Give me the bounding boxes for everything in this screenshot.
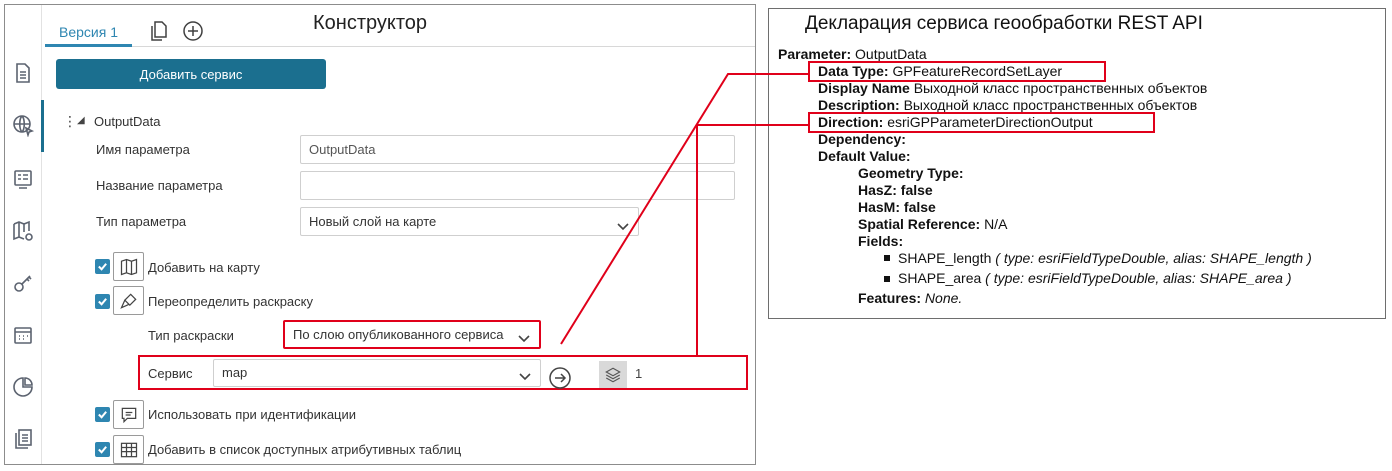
bullet-icon (884, 276, 890, 282)
pie-chart-icon[interactable] (7, 371, 39, 403)
table-icon (113, 435, 144, 464)
hasm-line: HasM: false (858, 199, 936, 215)
map-icon (113, 252, 144, 281)
left-rail (5, 5, 42, 464)
checkbox-use-identification[interactable] (95, 407, 110, 422)
bullet-icon (884, 255, 890, 261)
tab-version-1[interactable]: Версия 1 (45, 17, 132, 47)
brush-icon (113, 286, 144, 315)
features-line: Features: None. (858, 290, 963, 306)
add-version-icon[interactable] (181, 19, 205, 43)
direction-highlight-box (808, 112, 1155, 133)
collapse-triangle-icon[interactable]: ◢ (77, 115, 85, 126)
service-value: map (222, 365, 248, 380)
param-title-input[interactable] (300, 171, 735, 200)
constructor-window: Версия 1 Конструктор Добавить сервис ⋮ ◢… (4, 4, 756, 465)
app-title: Конструктор (313, 12, 428, 34)
document-icon[interactable] (7, 57, 39, 89)
calendar-icon[interactable] (7, 319, 39, 351)
checkbox-label: Переопределить раскраску (148, 294, 313, 309)
data-type-highlight-box (808, 61, 1106, 82)
coloring-type-select[interactable]: По слою опубликованного сервиса (283, 320, 541, 349)
param-type-value: Новый слой на карте (309, 214, 437, 229)
coloring-type-value: По слою опубликованного сервиса (293, 327, 504, 342)
add-service-button[interactable]: Добавить сервис (56, 59, 326, 89)
param-name-label: Имя параметра (96, 142, 190, 157)
param-type-select[interactable]: Новый слой на карте (300, 207, 639, 236)
key-icon[interactable] (7, 267, 39, 299)
fields-line: Fields: (858, 233, 904, 249)
hasz-line: HasZ: false (858, 182, 933, 198)
geometry-type-line: Geometry Type: (858, 165, 964, 181)
default-value-line: Default Value: (818, 148, 911, 164)
declaration-title: Декларация сервиса геообработки REST API (805, 13, 1203, 34)
display-name-line: Display Name Выходной класс пространстве… (818, 80, 1208, 96)
param-name-input[interactable]: OutputData (300, 135, 735, 164)
globe-cursor-icon[interactable] (7, 109, 39, 141)
node-menu-icon[interactable]: ⋮ (63, 113, 77, 130)
checkbox-label: Использовать при идентификации (148, 407, 357, 422)
rest-api-declaration: Декларация сервиса геообработки REST API… (768, 8, 1386, 319)
checkbox-add-to-map[interactable] (95, 259, 110, 274)
node-label: OutputData (94, 114, 161, 129)
arrow-right-circle-icon[interactable] (548, 366, 572, 390)
checkbox-add-attribute-table[interactable] (95, 442, 110, 457)
pages-icon[interactable] (7, 423, 39, 455)
copy-icon[interactable] (146, 19, 170, 43)
rail-active-indicator (41, 100, 44, 152)
dependency-line: Dependency: (818, 131, 906, 147)
checkbox-label: Добавить на карту (148, 260, 260, 275)
checkbox-label: Добавить в список доступных атрибутивных… (148, 442, 462, 457)
field-item: SHAPE_area ( type: esriFieldTypeDouble, … (898, 270, 1292, 286)
list-card-icon[interactable] (7, 163, 39, 195)
param-type-label: Тип параметра (96, 214, 187, 229)
spatial-reference-line: Spatial Reference: N/A (858, 216, 1008, 232)
param-title-label: Название параметра (96, 178, 223, 193)
checkbox-override-coloring[interactable] (95, 294, 110, 309)
layer-count: 1 (635, 366, 643, 381)
service-label: Сервис (148, 366, 193, 381)
chevron-down-icon (517, 328, 531, 343)
comparison-figure: Версия 1 Конструктор Добавить сервис ⋮ ◢… (0, 0, 1392, 471)
service-select[interactable]: map (213, 359, 541, 387)
parameter-line: Parameter: OutputData (778, 46, 927, 62)
identify-icon (113, 400, 144, 429)
coloring-type-label: Тип раскраски (148, 328, 234, 343)
layers-icon[interactable] (599, 361, 627, 388)
field-item: SHAPE_length ( type: esriFieldTypeDouble… (898, 250, 1312, 266)
chevron-down-icon (616, 215, 630, 231)
chevron-down-icon (518, 366, 532, 381)
map-settings-icon[interactable] (7, 215, 39, 247)
description-line: Description: Выходной класс пространстве… (818, 97, 1198, 113)
